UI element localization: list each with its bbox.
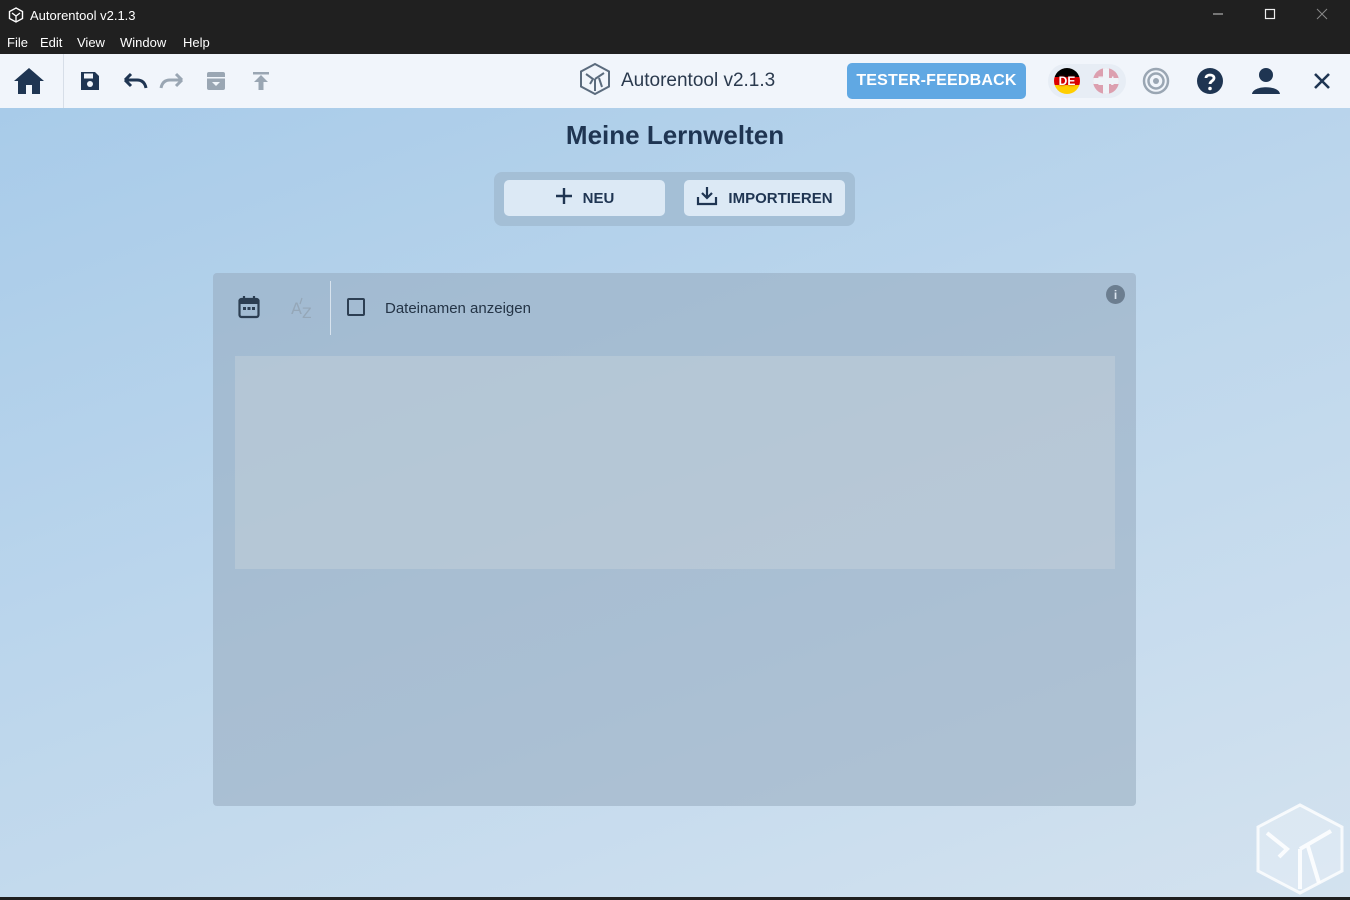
window-titlebar: Autorentool v2.1.3 [0, 0, 1350, 31]
language-switcher: DE EN [1048, 64, 1126, 98]
toolbar: Autorentool v2.1.3 TESTER-FEEDBACK DE EN [0, 54, 1350, 109]
brand: Autorentool v2.1.3 [578, 62, 776, 101]
show-filenames-checkbox[interactable] [347, 298, 365, 316]
show-filenames-label: Dateinamen anzeigen [385, 300, 531, 317]
archive-icon [205, 70, 227, 92]
undo-icon [122, 71, 148, 91]
menu-window[interactable]: Window [120, 35, 166, 50]
info-icon[interactable]: i [1106, 285, 1125, 304]
close-view-button[interactable] [1310, 69, 1334, 93]
menu-edit[interactable]: Edit [40, 35, 62, 50]
action-button-group: NEU IMPORTIEREN [494, 172, 855, 226]
home-button[interactable] [11, 65, 47, 97]
import-icon [696, 186, 728, 210]
lang-de-button[interactable]: DE [1054, 68, 1080, 94]
learning-worlds-list [235, 356, 1115, 569]
maximize-icon [1264, 8, 1276, 23]
import-button-label: IMPORTIEREN [728, 189, 833, 207]
help-button[interactable] [1195, 66, 1225, 96]
learning-worlds-panel: AZ Dateinamen anzeigen i [213, 273, 1136, 806]
home-icon [12, 66, 46, 96]
menu-view[interactable]: View [77, 35, 105, 50]
tester-feedback-button[interactable]: TESTER-FEEDBACK [847, 63, 1026, 99]
svg-text:Z: Z [302, 306, 312, 320]
target-button[interactable] [1141, 66, 1171, 96]
redo-icon [159, 71, 185, 91]
new-learning-world-button[interactable]: NEU [504, 180, 665, 216]
close-icon [1316, 8, 1328, 23]
import-button[interactable]: IMPORTIEREN [684, 180, 845, 216]
sort-alphabetical-button[interactable]: AZ [289, 295, 317, 321]
save-icon [79, 70, 101, 92]
window-close-button[interactable] [1299, 0, 1345, 31]
menu-file[interactable]: File [7, 35, 28, 50]
main-content: Meine Lernwelten NEU IMPORTIEREN AZ Date… [0, 108, 1350, 897]
sort-by-date-button[interactable] [237, 295, 261, 319]
redo-button[interactable] [158, 69, 186, 93]
upload-icon [250, 70, 272, 92]
save-button[interactable] [78, 69, 102, 93]
plus-icon [555, 187, 583, 209]
lang-en-label: EN [1097, 74, 1115, 88]
maximize-button[interactable] [1247, 0, 1293, 31]
lang-de-label: DE [1058, 74, 1076, 88]
new-button-label: NEU [582, 189, 615, 207]
menu-help[interactable]: Help [183, 35, 210, 50]
minimize-icon [1212, 8, 1224, 23]
toolbar-divider [63, 54, 64, 108]
undo-button[interactable] [121, 69, 149, 93]
app-logo-icon [578, 62, 612, 101]
calendar-icon [238, 295, 260, 319]
upload-button[interactable] [249, 69, 273, 93]
panel-divider [330, 281, 331, 335]
watermark-logo-icon [1255, 803, 1345, 900]
close-icon [1312, 71, 1332, 91]
help-icon [1196, 67, 1224, 95]
archive-button[interactable] [204, 69, 228, 93]
user-icon [1251, 67, 1281, 95]
brand-name: Autorentool v2.1.3 [621, 70, 776, 91]
minimize-button[interactable] [1195, 0, 1241, 31]
menu-bar: File Edit View Window Help [0, 31, 1350, 54]
page-title: Meine Lernwelten [565, 120, 785, 150]
user-button[interactable] [1250, 66, 1282, 96]
lang-en-button[interactable]: EN [1093, 68, 1119, 94]
app-logo-icon [8, 7, 24, 23]
window-title: Autorentool v2.1.3 [30, 8, 136, 23]
sort-az-icon: AZ [290, 296, 316, 320]
target-icon [1142, 67, 1170, 95]
